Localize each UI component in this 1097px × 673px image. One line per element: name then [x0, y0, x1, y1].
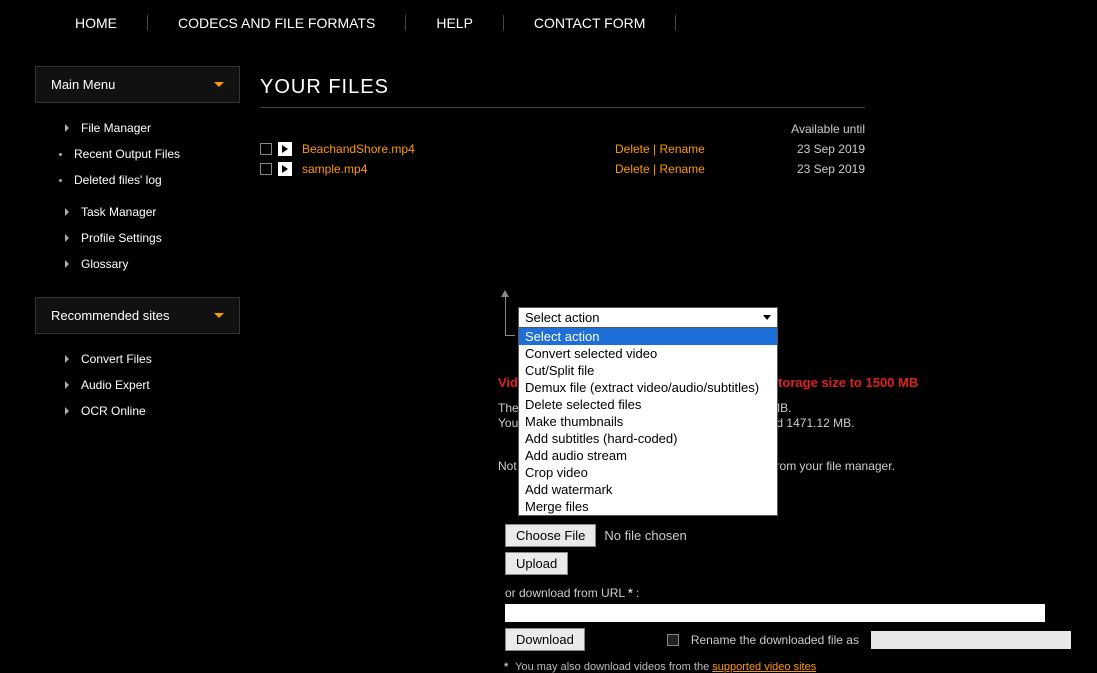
chevron-right-icon: [65, 355, 69, 363]
main-menu-title: Main Menu: [51, 77, 115, 92]
file-checkbox[interactable]: [260, 163, 272, 175]
rename-downloaded-label: Rename the downloaded file as: [691, 633, 859, 647]
bullet-icon: [59, 153, 62, 156]
page-title: YOUR FILES: [260, 76, 865, 108]
dropdown-option[interactable]: Add watermark: [519, 481, 777, 498]
dropdown-option[interactable]: Merge files: [519, 498, 777, 515]
chevron-down-icon: [214, 82, 224, 87]
nav-home[interactable]: HOME: [45, 15, 148, 31]
sidebar-item-file-manager[interactable]: File Manager: [35, 115, 240, 141]
file-row: BeachandShore.mp4 Delete | Rename 23 Sep…: [260, 142, 865, 156]
sidebar-item-glossary[interactable]: Glossary: [35, 251, 240, 277]
file-name[interactable]: sample.mp4: [302, 162, 615, 176]
play-icon[interactable]: [278, 142, 292, 156]
sidebar-item-profile-settings[interactable]: Profile Settings: [35, 225, 240, 251]
sidebar-item-recent-output[interactable]: Recent Output Files: [35, 141, 240, 167]
bullet-icon: [59, 179, 62, 182]
or-download-label: or download from URL * :: [505, 586, 639, 600]
rename-checkbox[interactable]: [667, 634, 679, 646]
dropdown-option[interactable]: Make thumbnails: [519, 413, 777, 430]
file-row: sample.mp4 Delete | Rename 23 Sep 2019: [260, 162, 865, 176]
sidebar-item-deleted-log[interactable]: Deleted files' log: [35, 167, 240, 193]
dropdown-option[interactable]: Select action: [519, 328, 777, 345]
available-until-header: Available until: [260, 122, 865, 136]
rename-link[interactable]: Rename: [659, 162, 704, 176]
no-file-chosen: No file chosen: [604, 528, 686, 543]
delete-link[interactable]: Delete: [615, 162, 650, 176]
chevron-down-icon: [214, 313, 224, 318]
chevron-right-icon: [65, 234, 69, 242]
file-checkbox[interactable]: [260, 143, 272, 155]
dropdown-arrow-icon: [763, 315, 771, 320]
dropdown-selected[interactable]: Select action: [518, 307, 778, 328]
arrow-up-icon: [505, 296, 506, 336]
chevron-right-icon: [65, 124, 69, 132]
rename-input[interactable]: [871, 631, 1071, 649]
url-input[interactable]: [505, 604, 1045, 622]
file-date: 23 Sep 2019: [790, 142, 865, 156]
dropdown-option[interactable]: Add audio stream: [519, 447, 777, 464]
chevron-right-icon: [65, 208, 69, 216]
nav-contact[interactable]: CONTACT FORM: [504, 15, 676, 31]
chevron-right-icon: [65, 260, 69, 268]
upload-button[interactable]: Upload: [505, 552, 568, 575]
dropdown-option[interactable]: Cut/Split file: [519, 362, 777, 379]
chevron-right-icon: [65, 381, 69, 389]
dropdown-option[interactable]: Crop video: [519, 464, 777, 481]
choose-file-button[interactable]: Choose File: [505, 524, 596, 547]
file-name[interactable]: BeachandShore.mp4: [302, 142, 615, 156]
file-date: 23 Sep 2019: [790, 162, 865, 176]
main-menu-header[interactable]: Main Menu: [35, 66, 240, 103]
dropdown-option[interactable]: Convert selected video: [519, 345, 777, 362]
supported-sites-link[interactable]: supported video sites: [712, 661, 816, 673]
footnote: * You may also download videos from the …: [504, 661, 816, 673]
download-button[interactable]: Download: [505, 628, 585, 651]
dropdown-option[interactable]: Demux file (extract video/audio/subtitle…: [519, 379, 777, 396]
nav-help[interactable]: HELP: [406, 15, 504, 31]
dropdown-option[interactable]: Delete selected files: [519, 396, 777, 413]
action-dropdown[interactable]: Select action Select action Convert sele…: [518, 307, 778, 516]
rename-link[interactable]: Rename: [659, 142, 704, 156]
main-content: YOUR FILES Available until BeachandShore…: [240, 46, 1097, 444]
top-nav: HOME CODECS AND FILE FORMATS HELP CONTAC…: [0, 0, 1097, 46]
delete-link[interactable]: Delete: [615, 142, 650, 156]
chevron-right-icon: [65, 407, 69, 415]
sidebar-item-convert-files[interactable]: Convert Files: [35, 346, 240, 372]
sidebar-item-ocr-online[interactable]: OCR Online: [35, 398, 240, 424]
sidebar-item-task-manager[interactable]: Task Manager: [35, 199, 240, 225]
play-icon[interactable]: [278, 162, 292, 176]
dropdown-list: Select action Convert selected video Cut…: [518, 328, 778, 516]
dropdown-option[interactable]: Add subtitles (hard-coded): [519, 430, 777, 447]
nav-codecs[interactable]: CODECS AND FILE FORMATS: [148, 15, 406, 31]
recommended-sites-title: Recommended sites: [51, 308, 170, 323]
sidebar: Main Menu File Manager Recent Output Fil…: [0, 66, 240, 444]
recommended-sites-header[interactable]: Recommended sites: [35, 297, 240, 334]
sidebar-item-audio-expert[interactable]: Audio Expert: [35, 372, 240, 398]
